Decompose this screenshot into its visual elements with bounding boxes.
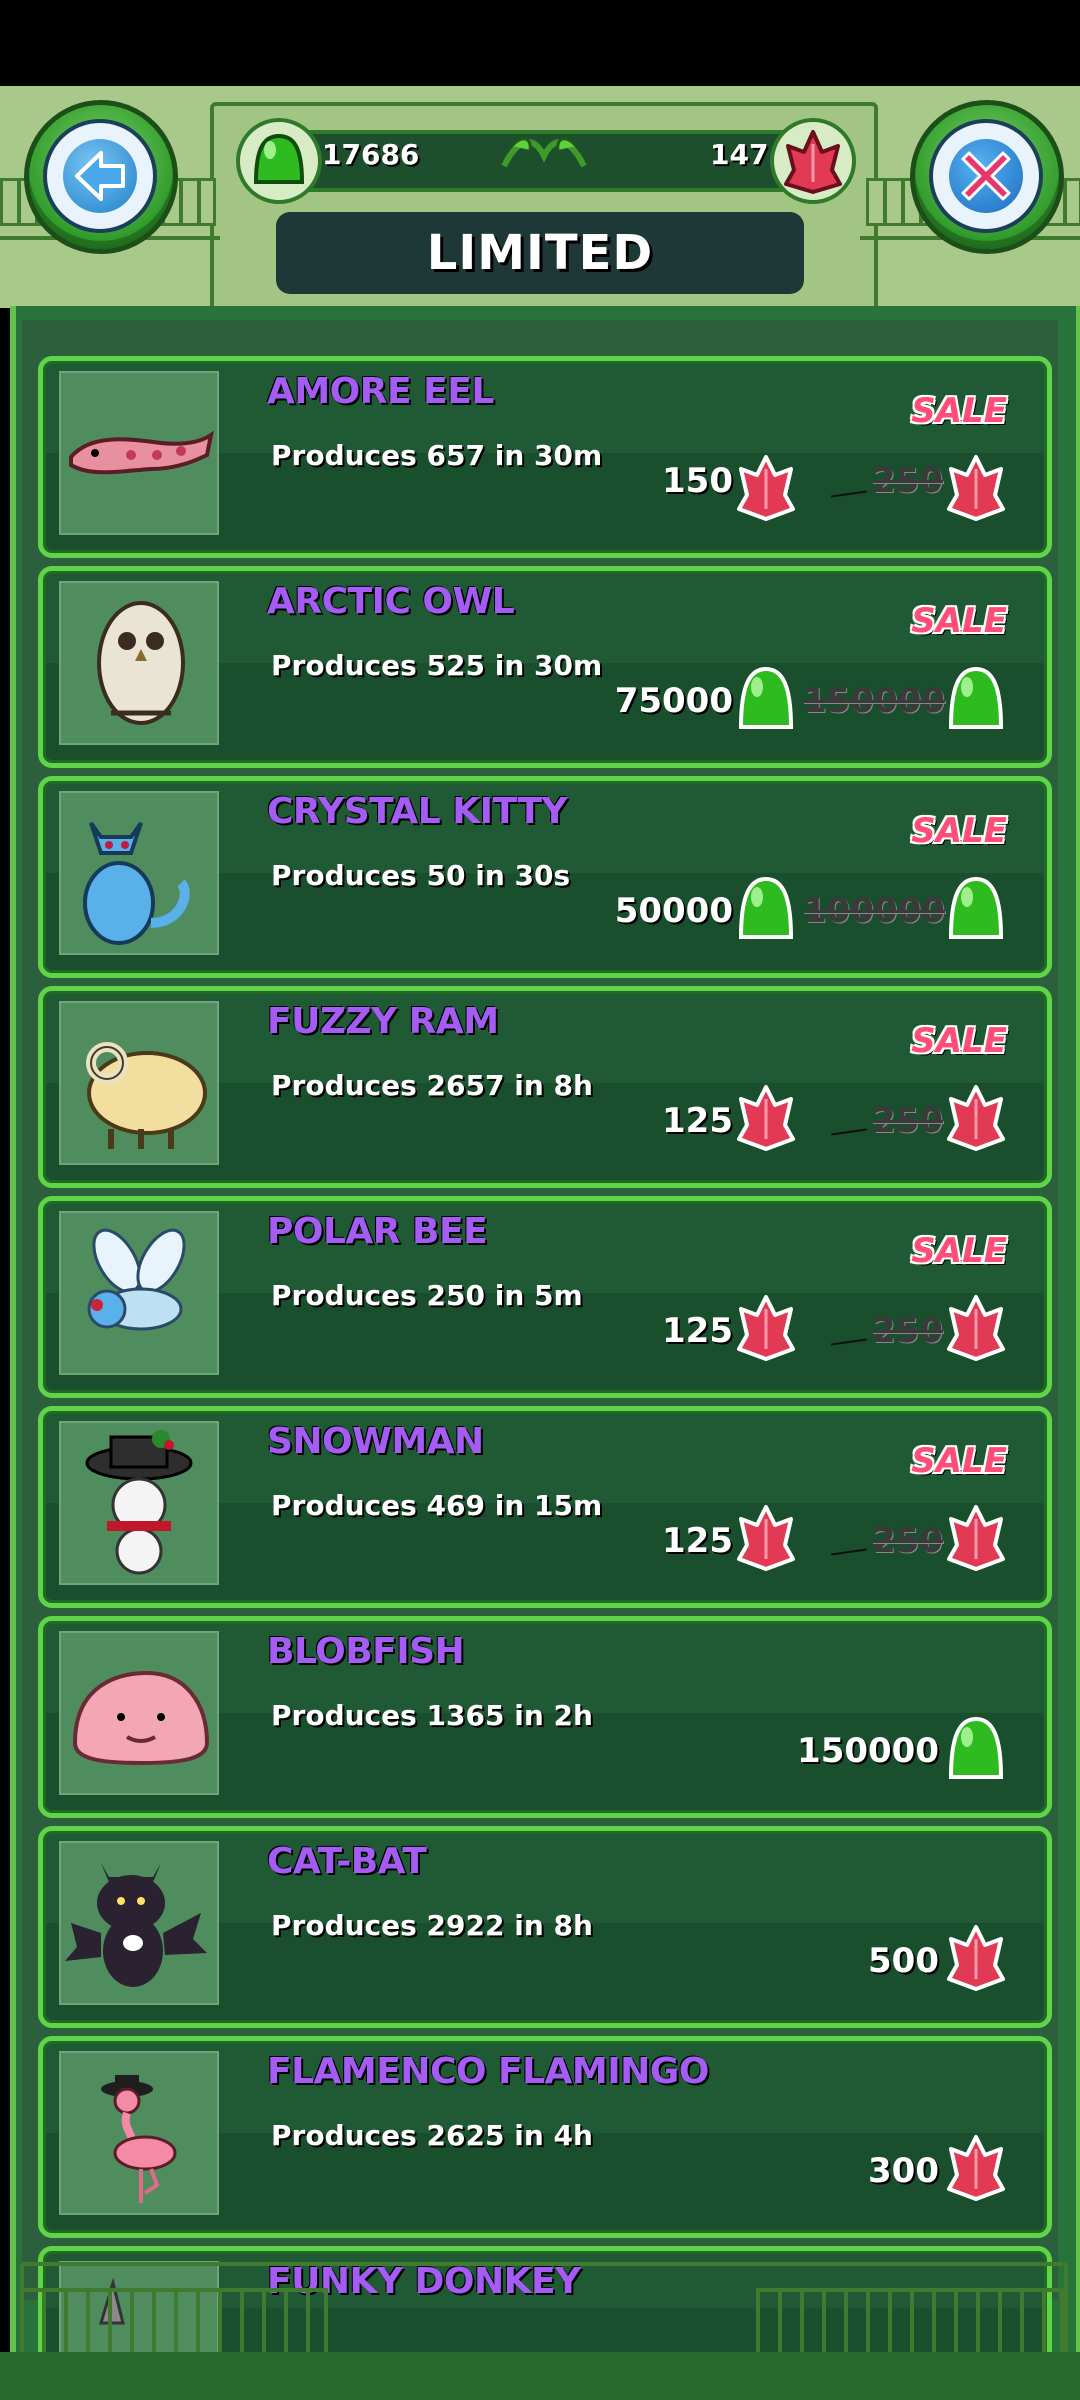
sale-badge: SALE bbox=[911, 1231, 1007, 1271]
sale-badge: SALE bbox=[911, 811, 1007, 851]
page-title: LIMITED bbox=[426, 225, 654, 281]
original-price: 250 bbox=[872, 1521, 943, 1561]
item-name: ARCTIC OWL bbox=[267, 581, 515, 622]
green-gem-count: 17686 bbox=[322, 138, 420, 171]
item-name: POLAR BEE bbox=[267, 1211, 488, 1252]
flamenco-flamingo-thumbnail bbox=[59, 2051, 219, 2215]
item-name: CAT-BAT bbox=[267, 1841, 427, 1882]
list-item[interactable]: SNOWMAN Produces 469 in 15m SALE 125 250 bbox=[38, 1406, 1052, 1608]
back-arrow-icon bbox=[63, 139, 137, 213]
green-gem-icon bbox=[948, 666, 1004, 729]
item-production: Produces 2922 in 8h bbox=[271, 1909, 593, 1942]
item-name: BLOBFISH bbox=[267, 1631, 465, 1672]
list-item[interactable]: FLAMENCO FLAMINGO Produces 2625 in 4h 30… bbox=[38, 2036, 1052, 2238]
blobfish-thumbnail bbox=[59, 1631, 219, 1795]
arctic-owl-thumbnail bbox=[59, 581, 219, 745]
red-gem-badge bbox=[770, 118, 856, 204]
sale-badge: SALE bbox=[911, 391, 1007, 431]
cat-bat-thumbnail bbox=[59, 1841, 219, 2005]
sale-badge: SALE bbox=[911, 1021, 1007, 1061]
footer-ornament-right bbox=[756, 2288, 1064, 2360]
item-name: CRYSTAL KITTY bbox=[267, 791, 568, 832]
green-gem-icon bbox=[738, 666, 794, 729]
crystal-kitty-thumbnail bbox=[59, 791, 219, 955]
item-price: 125 bbox=[662, 1521, 733, 1561]
original-price: 250 bbox=[872, 1101, 943, 1141]
item-name: AMORE EEL bbox=[267, 371, 494, 412]
title-box: LIMITED bbox=[276, 212, 804, 294]
list-item[interactable]: ARCTIC OWL Produces 525 in 30m SALE 7500… bbox=[38, 566, 1052, 768]
list-item[interactable]: CAT-BAT Produces 2922 in 8h 500 bbox=[38, 1826, 1052, 2028]
red-gem-icon bbox=[947, 1505, 1005, 1571]
item-price: 75000 bbox=[614, 681, 733, 721]
red-gem-icon bbox=[947, 455, 1005, 521]
bottom-edge bbox=[0, 2352, 1080, 2400]
red-gem-icon bbox=[737, 1505, 795, 1571]
red-gem-icon bbox=[737, 455, 795, 521]
item-price: 500 bbox=[868, 1941, 939, 1981]
green-gem-icon bbox=[738, 876, 794, 939]
original-price: 250 bbox=[872, 461, 943, 501]
red-gem-icon bbox=[947, 1295, 1005, 1361]
sale-badge: SALE bbox=[911, 1441, 1007, 1481]
back-button[interactable] bbox=[24, 100, 178, 254]
list-item[interactable]: POLAR BEE Produces 250 in 5m SALE 125 25… bbox=[38, 1196, 1052, 1398]
fuzzy-ram-thumbnail bbox=[59, 1001, 219, 1165]
close-x-icon bbox=[949, 139, 1023, 213]
snowman-thumbnail bbox=[59, 1421, 219, 1585]
close-button[interactable] bbox=[910, 100, 1064, 254]
green-gem-badge bbox=[236, 118, 322, 204]
item-production: Produces 1365 in 2h bbox=[271, 1699, 593, 1732]
item-production: Produces 2657 in 8h bbox=[271, 1069, 593, 1102]
sale-badge: SALE bbox=[911, 601, 1007, 641]
item-production: Produces 2625 in 4h bbox=[271, 2119, 593, 2152]
item-price: 150000 bbox=[797, 1731, 939, 1771]
original-price: 250 bbox=[872, 1311, 943, 1351]
item-price: 300 bbox=[868, 2151, 939, 2191]
item-name: SNOWMAN bbox=[267, 1421, 484, 1462]
original-price: 100000 bbox=[803, 891, 945, 931]
list-item[interactable]: AMORE EEL Produces 657 in 30m SALE 150 2… bbox=[38, 356, 1052, 558]
item-price: 50000 bbox=[614, 891, 733, 931]
item-price: 125 bbox=[662, 1101, 733, 1141]
red-gem-icon bbox=[947, 1085, 1005, 1151]
green-gem-icon bbox=[253, 133, 305, 184]
footer-ornament-left bbox=[20, 2288, 328, 2360]
item-name: FUZZY RAM bbox=[267, 1001, 499, 1042]
red-gem-icon bbox=[947, 1925, 1005, 1991]
item-production: Produces 250 in 5m bbox=[271, 1279, 583, 1312]
item-price: 150 bbox=[662, 461, 733, 501]
list-item[interactable]: CRYSTAL KITTY Produces 50 in 30s SALE 50… bbox=[38, 776, 1052, 978]
list-item[interactable]: BLOBFISH Produces 1365 in 2h 150000 bbox=[38, 1616, 1052, 1818]
red-gem-icon bbox=[947, 2135, 1005, 2201]
list-item[interactable]: FUZZY RAM Produces 2657 in 8h SALE 125 2… bbox=[38, 986, 1052, 1188]
status-bar bbox=[0, 0, 1080, 86]
original-price: 150000 bbox=[803, 681, 945, 721]
amore-eel-thumbnail bbox=[59, 371, 219, 535]
red-gem-icon bbox=[737, 1295, 795, 1361]
green-gem-icon bbox=[948, 876, 1004, 939]
vine-ornament-icon bbox=[501, 137, 587, 168]
item-production: Produces 469 in 15m bbox=[271, 1489, 603, 1522]
polar-bee-thumbnail bbox=[59, 1211, 219, 1375]
item-price: 125 bbox=[662, 1311, 733, 1351]
red-gem-icon bbox=[784, 130, 842, 194]
item-production: Produces 657 in 30m bbox=[271, 439, 603, 472]
red-gem-icon bbox=[737, 1085, 795, 1151]
item-production: Produces 50 in 30s bbox=[271, 859, 571, 892]
item-name: FLAMENCO FLAMINGO bbox=[267, 2051, 709, 2092]
green-gem-icon bbox=[948, 1716, 1004, 1779]
red-gem-count: 147 bbox=[710, 138, 769, 171]
item-production: Produces 525 in 30m bbox=[271, 649, 603, 682]
